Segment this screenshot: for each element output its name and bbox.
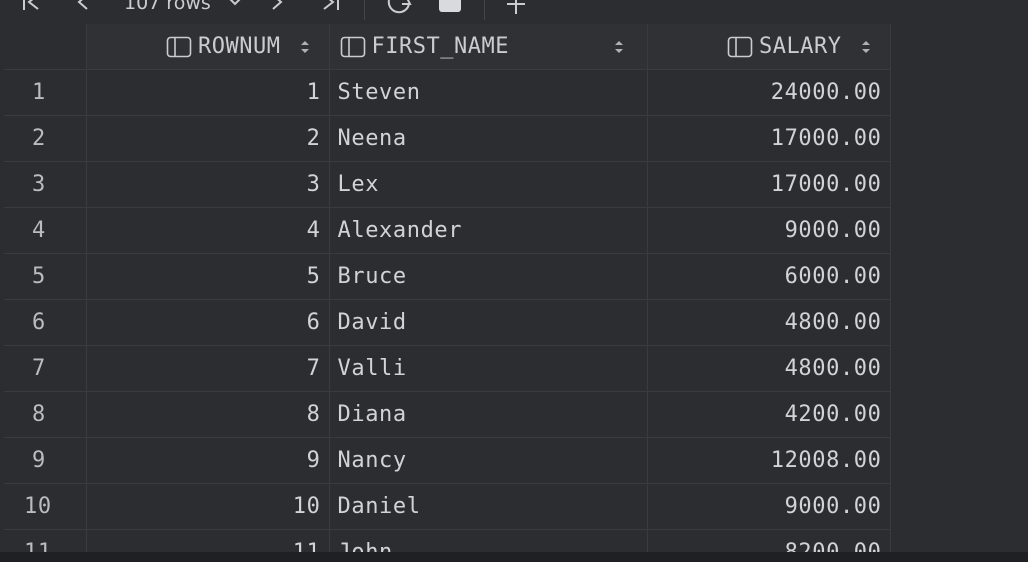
cell-first-name[interactable]: Steven xyxy=(329,69,648,116)
row-number[interactable]: 11 xyxy=(4,529,87,552)
cell-salary[interactable]: 4800.00 xyxy=(647,345,891,392)
rows-count-selector[interactable]: 107 rows xyxy=(124,0,211,14)
reload-icon[interactable] xyxy=(384,0,414,14)
cell-rownum[interactable]: 7 xyxy=(86,345,330,392)
horizontal-scrollbar-track[interactable] xyxy=(0,552,1028,562)
table-row[interactable]: 10 10 Daniel 9000.00 xyxy=(4,483,891,530)
results-toolbar: 107 rows xyxy=(0,0,1028,24)
cell-salary[interactable]: 9000.00 xyxy=(647,207,891,254)
cell-rownum[interactable]: 2 xyxy=(86,115,330,162)
rows-count-label: 107 rows xyxy=(124,0,211,14)
next-page-icon[interactable] xyxy=(270,0,286,14)
cell-first-name[interactable]: Neena xyxy=(329,115,648,162)
row-number[interactable]: 8 xyxy=(4,391,87,438)
cell-first-name[interactable]: Nancy xyxy=(329,437,648,484)
row-number[interactable]: 7 xyxy=(4,345,87,392)
cell-salary[interactable]: 9000.00 xyxy=(647,483,891,530)
table-row[interactable]: 5 5 Bruce 6000.00 xyxy=(4,253,891,300)
table-row[interactable]: 4 4 Alexander 9000.00 xyxy=(4,207,891,254)
cell-salary[interactable]: 17000.00 xyxy=(647,115,891,162)
table-row[interactable]: 7 7 Valli 4800.00 xyxy=(4,345,891,392)
table-row[interactable]: 2 2 Neena 17000.00 xyxy=(4,115,891,162)
header-row: ROWNUM FIRST_NAME SALARY xyxy=(4,24,891,70)
cell-rownum[interactable]: 4 xyxy=(86,207,330,254)
cell-rownum[interactable]: 5 xyxy=(86,253,330,300)
sort-icon[interactable] xyxy=(858,37,874,57)
query-results-panel: 107 rows ROWNUM FIRST_NAME SALARY 1 1 St… xyxy=(0,0,1028,562)
cell-salary[interactable]: 8200.00 xyxy=(647,529,891,552)
cell-rownum[interactable]: 9 xyxy=(86,437,330,484)
results-grid: ROWNUM FIRST_NAME SALARY 1 1 Steven 2400… xyxy=(4,24,891,552)
row-number[interactable]: 3 xyxy=(4,161,87,208)
cell-rownum[interactable]: 1 xyxy=(86,69,330,116)
results-grid-viewport[interactable]: ROWNUM FIRST_NAME SALARY 1 1 Steven 2400… xyxy=(4,24,1028,552)
cell-first-name[interactable]: John xyxy=(329,529,648,552)
previous-page-icon[interactable] xyxy=(74,0,90,14)
cell-rownum[interactable]: 3 xyxy=(86,161,330,208)
pin-icon[interactable] xyxy=(504,0,528,14)
cell-first-name[interactable]: Alexander xyxy=(329,207,648,254)
cell-salary[interactable]: 24000.00 xyxy=(647,69,891,116)
cell-rownum[interactable]: 8 xyxy=(86,391,330,438)
cell-first-name[interactable]: Daniel xyxy=(329,483,648,530)
row-number[interactable]: 2 xyxy=(4,115,87,162)
table-row[interactable]: 11 11 John 8200.00 xyxy=(4,529,891,552)
cell-first-name[interactable]: David xyxy=(329,299,648,346)
cell-salary[interactable]: 4200.00 xyxy=(647,391,891,438)
column-header-rownum[interactable]: ROWNUM xyxy=(86,24,330,70)
cell-salary[interactable]: 17000.00 xyxy=(647,161,891,208)
table-row[interactable]: 6 6 David 4800.00 xyxy=(4,299,891,346)
row-number[interactable]: 5 xyxy=(4,253,87,300)
column-icon xyxy=(727,36,753,57)
stop-icon[interactable] xyxy=(438,0,462,14)
column-icon xyxy=(166,36,192,57)
cell-rownum[interactable]: 11 xyxy=(86,529,330,552)
cell-salary[interactable]: 4800.00 xyxy=(647,299,891,346)
cell-first-name[interactable]: Lex xyxy=(329,161,648,208)
column-label: FIRST_NAME xyxy=(371,34,509,59)
column-header-salary[interactable]: SALARY xyxy=(647,24,891,70)
column-label: ROWNUM xyxy=(198,34,281,59)
last-page-icon[interactable] xyxy=(320,0,342,14)
chevron-down-icon[interactable] xyxy=(226,0,244,14)
cell-salary[interactable]: 6000.00 xyxy=(647,253,891,300)
table-row[interactable]: 1 1 Steven 24000.00 xyxy=(4,69,891,116)
toolbar-divider xyxy=(364,0,365,20)
sort-icon[interactable] xyxy=(297,37,313,57)
cell-first-name[interactable]: Bruce xyxy=(329,253,648,300)
row-number[interactable]: 4 xyxy=(4,207,87,254)
table-row[interactable]: 3 3 Lex 17000.00 xyxy=(4,161,891,208)
row-number-header[interactable] xyxy=(4,24,87,70)
cell-rownum[interactable]: 6 xyxy=(86,299,330,346)
cell-rownum[interactable]: 10 xyxy=(86,483,330,530)
sort-icon[interactable] xyxy=(611,37,627,57)
table-row[interactable]: 8 8 Diana 4200.00 xyxy=(4,391,891,438)
row-number[interactable]: 9 xyxy=(4,437,87,484)
column-icon xyxy=(340,36,365,57)
row-number[interactable]: 1 xyxy=(4,69,87,116)
column-header-first-name[interactable]: FIRST_NAME xyxy=(329,24,648,70)
cell-first-name[interactable]: Valli xyxy=(329,345,648,392)
first-page-icon[interactable] xyxy=(20,0,42,14)
table-row[interactable]: 9 9 Nancy 12008.00 xyxy=(4,437,891,484)
column-label: SALARY xyxy=(759,34,842,59)
toolbar-divider xyxy=(484,0,485,20)
cell-first-name[interactable]: Diana xyxy=(329,391,648,438)
row-number[interactable]: 10 xyxy=(4,483,87,530)
row-number[interactable]: 6 xyxy=(4,299,87,346)
cell-salary[interactable]: 12008.00 xyxy=(647,437,891,484)
